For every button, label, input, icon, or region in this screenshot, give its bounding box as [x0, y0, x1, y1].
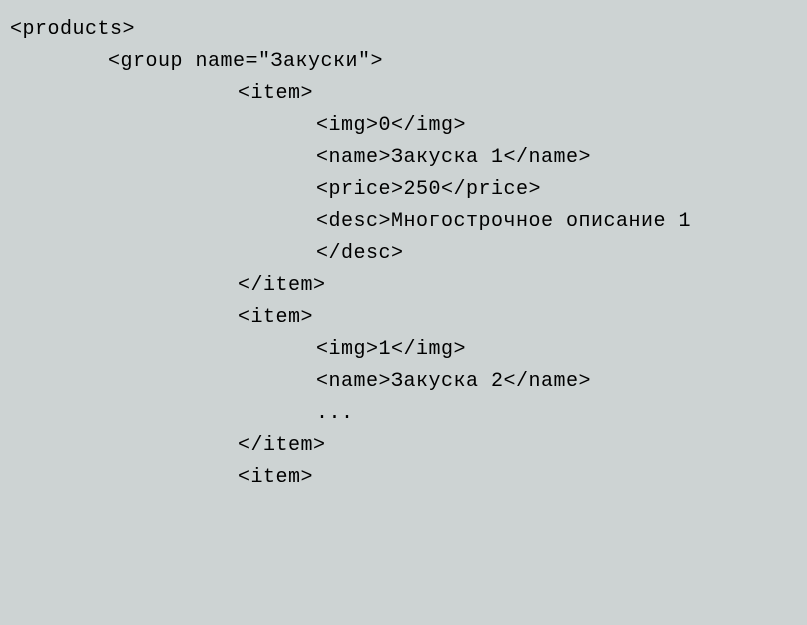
- code-line: ...: [10, 398, 797, 430]
- code-line: <item>: [10, 302, 797, 334]
- code-line: <group name="Закуски">: [10, 46, 797, 78]
- code-line: <name>Закуска 1</name>: [10, 142, 797, 174]
- code-line: </item>: [10, 430, 797, 462]
- code-line: <item>: [10, 462, 797, 494]
- code-line: <item>: [10, 78, 797, 110]
- code-line: <price>250</price>: [10, 174, 797, 206]
- code-line: <img>0</img>: [10, 110, 797, 142]
- code-block: <products> <group name="Закуски"> <item>…: [10, 14, 797, 494]
- code-line: <img>1</img>: [10, 334, 797, 366]
- code-line: <products>: [10, 14, 797, 46]
- code-line: </desc>: [10, 238, 797, 270]
- code-line: </item>: [10, 270, 797, 302]
- code-line: <name>Закуска 2</name>: [10, 366, 797, 398]
- code-line: <desc>Многострочное описание 1: [10, 206, 797, 238]
